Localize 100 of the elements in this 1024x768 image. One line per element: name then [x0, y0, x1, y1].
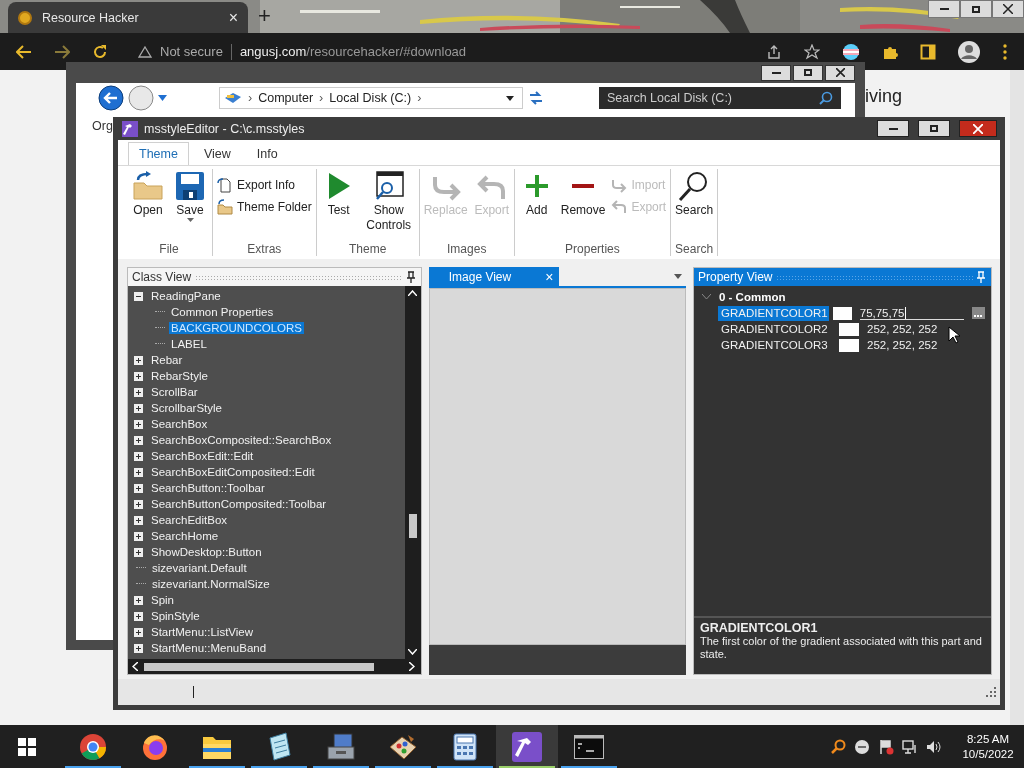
windows-logo-icon[interactable]: [18, 737, 36, 756]
tree-item[interactable]: Rebar: [149, 354, 185, 366]
tree-item[interactable]: sizevariant.Default: [150, 562, 249, 574]
expand-icon[interactable]: [134, 371, 143, 381]
scroll-down-icon[interactable]: [408, 649, 418, 655]
chevron-down-icon[interactable]: [702, 294, 711, 300]
tree-item[interactable]: BACKGROUNDCOLORS: [169, 322, 304, 334]
side-panel-icon[interactable]: [920, 43, 936, 60]
ribbon-button[interactable]: Search: [675, 169, 714, 242]
tree-item[interactable]: SpinStyle: [149, 610, 202, 622]
address-bar[interactable]: › Computer › Local Disk (C:) ›: [219, 87, 523, 109]
close-button[interactable]: [825, 64, 855, 81]
browser-tab[interactable]: Resource Hacker ×: [8, 2, 248, 33]
tree-item[interactable]: ScrollbarStyle: [149, 402, 224, 414]
forward-icon[interactable]: [54, 44, 70, 59]
property-value[interactable]: 252, 252, 252: [867, 323, 938, 335]
tree-item[interactable]: StartMenu::MenuBand: [149, 642, 269, 654]
notepad-icon[interactable]: [266, 731, 292, 762]
avatar-icon[interactable]: [958, 40, 980, 63]
tree-item[interactable]: SearchButtonComposited::Toolbar: [149, 498, 329, 510]
ellipsis-button[interactable]: [971, 307, 985, 319]
breadcrumb-item[interactable]: Computer: [258, 91, 314, 105]
tree-item[interactable]: RebarStyle: [149, 370, 210, 382]
collapse-icon[interactable]: [134, 291, 143, 301]
expand-icon[interactable]: [134, 451, 143, 461]
ribbon-button[interactable]: Save: [172, 169, 208, 242]
network-icon[interactable]: [902, 738, 918, 755]
menu-icon[interactable]: [1002, 43, 1008, 60]
scroll-right-icon[interactable]: [408, 662, 415, 671]
terminal-icon[interactable]: [574, 734, 604, 759]
search-icon[interactable]: [830, 738, 846, 755]
refresh-icon[interactable]: [527, 90, 545, 106]
ribbon-button[interactable]: Add: [518, 169, 555, 242]
ribbon-button[interactable]: Open: [130, 169, 166, 242]
url-text[interactable]: angusj.com/resourcehacker/#download: [239, 44, 467, 59]
expand-icon[interactable]: [134, 403, 143, 413]
tree-item[interactable]: ScrollBar: [149, 386, 200, 398]
expand-icon[interactable]: [134, 419, 143, 429]
reload-icon[interactable]: [92, 43, 108, 60]
value-input-field[interactable]: 75,75,75: [859, 306, 964, 320]
clock[interactable]: 8:25 AM 10/5/2022: [956, 731, 1020, 762]
property-name[interactable]: GRADIENTCOLOR2: [718, 321, 835, 337]
ribbon-button[interactable]: Test: [320, 169, 357, 242]
tree-item[interactable]: StartMenu::ListView: [149, 626, 256, 638]
maximize-button[interactable]: [793, 64, 823, 81]
star-icon[interactable]: [804, 43, 820, 60]
dropdown-caret-icon[interactable]: [506, 95, 514, 101]
close-button[interactable]: [992, 0, 1024, 18]
expand-icon[interactable]: [134, 499, 143, 509]
paint-palette-icon[interactable]: [388, 732, 418, 761]
computer-toolbox-icon[interactable]: [326, 732, 356, 761]
tree-item[interactable]: SearchEditBox: [149, 514, 230, 526]
maximize-button[interactable]: [960, 0, 992, 18]
scroll-left-icon[interactable]: [132, 662, 138, 671]
scrollbar[interactable]: [128, 659, 421, 674]
tree-item[interactable]: sizevariant.NormalSize: [150, 578, 272, 590]
property-name[interactable]: GRADIENTCOLOR1: [718, 305, 829, 321]
tree-item[interactable]: Common Properties: [169, 306, 276, 318]
hammer-icon[interactable]: [512, 731, 542, 762]
pin-icon[interactable]: [406, 271, 415, 283]
fox-globe-icon[interactable]: [141, 732, 169, 761]
expand-icon[interactable]: [134, 387, 143, 397]
expand-icon[interactable]: [134, 483, 143, 493]
caret-icon[interactable]: [158, 95, 167, 101]
tree-item[interactable]: SearchHome: [149, 530, 221, 542]
expand-icon[interactable]: [134, 435, 143, 445]
expand-icon[interactable]: [134, 627, 143, 637]
maximize-button[interactable]: [918, 120, 950, 137]
expand-icon[interactable]: [134, 547, 143, 557]
ribbon-button[interactable]: Export Info: [217, 177, 312, 193]
scrollbar[interactable]: [404, 286, 421, 659]
share-icon[interactable]: [766, 43, 782, 60]
search-field[interactable]: Search Local Disk (C:): [599, 87, 841, 109]
tree-item[interactable]: SearchBoxEditComposited::Edit: [149, 466, 317, 478]
expand-icon[interactable]: [134, 467, 143, 477]
flag-icon[interactable]: [878, 738, 894, 755]
tree-item[interactable]: ShowDesktop::Button: [149, 546, 264, 558]
document-tab[interactable]: Image View ×: [428, 267, 560, 286]
ribbon-button[interactable]: Theme Folder: [217, 199, 312, 215]
tree-item[interactable]: ReadingPane: [149, 290, 223, 302]
back-button[interactable]: [98, 85, 124, 111]
tree-item[interactable]: LABEL: [169, 338, 209, 350]
close-tab-button[interactable]: ×: [228, 8, 238, 27]
property-value[interactable]: 252, 252, 252: [867, 339, 938, 351]
breadcrumb-item[interactable]: Local Disk (C:): [329, 91, 412, 105]
expand-icon[interactable]: [134, 611, 143, 621]
resize-grip-icon[interactable]: [986, 687, 996, 697]
tree-item[interactable]: Spin: [149, 594, 177, 606]
ribbon-tab[interactable]: Info: [245, 142, 289, 165]
expand-icon[interactable]: [134, 355, 143, 365]
scrollbar-thumb[interactable]: [408, 514, 417, 538]
tree-item[interactable]: SearchBox: [149, 418, 210, 430]
expand-icon[interactable]: [134, 595, 143, 605]
calculator-icon[interactable]: [453, 732, 477, 761]
scroll-up-icon[interactable]: [408, 290, 418, 296]
ribbon-tab[interactable]: View: [192, 142, 242, 165]
dropdown-caret-icon[interactable]: [674, 274, 682, 279]
extension-flag-icon[interactable]: [842, 42, 860, 61]
tree-item[interactable]: SearchBoxEdit::Edit: [149, 450, 256, 462]
minimize-button[interactable]: [761, 64, 791, 81]
